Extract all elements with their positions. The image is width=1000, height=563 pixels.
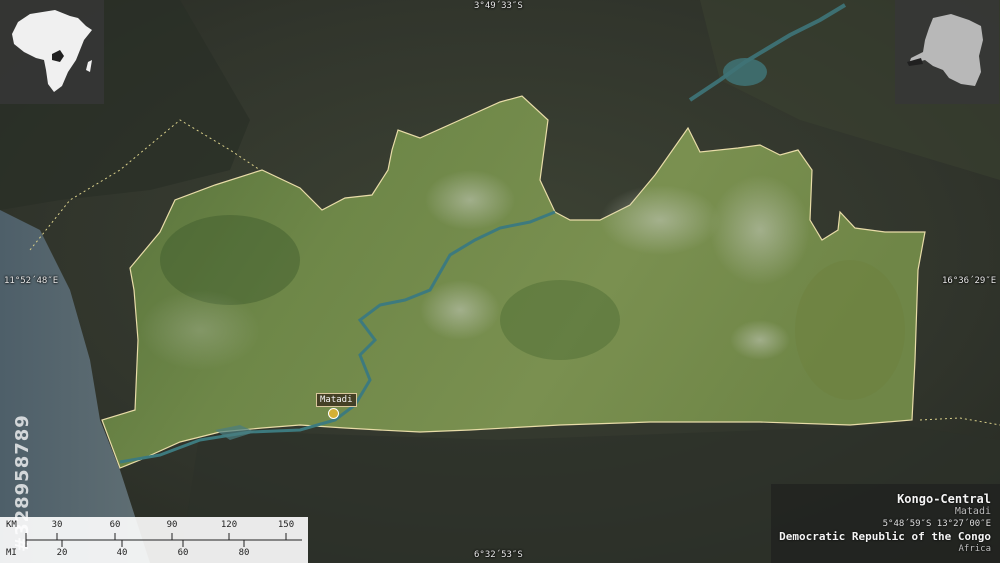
km-unit: KM bbox=[6, 520, 17, 530]
forest-patch bbox=[160, 215, 300, 305]
mi-tick-label: 20 bbox=[56, 548, 68, 558]
drc-shape-icon bbox=[909, 14, 983, 86]
mi-tick-label: 40 bbox=[116, 548, 128, 558]
cloud bbox=[600, 185, 720, 255]
inset-drc bbox=[895, 0, 999, 104]
km-tick-label: 120 bbox=[220, 520, 238, 530]
cloud bbox=[425, 170, 515, 230]
mi-tick-label: 80 bbox=[238, 548, 250, 558]
km-tick-label: 150 bbox=[277, 520, 295, 530]
africa-shape-icon bbox=[12, 10, 92, 92]
region-name: Kongo-Central bbox=[897, 492, 991, 506]
forest-patch bbox=[500, 280, 620, 360]
coord-right: 16°36´29″E bbox=[942, 276, 997, 286]
info-panel: Kongo-Central Matadi 5°48´59″S 13°27´00″… bbox=[771, 484, 1000, 563]
country-name: Democratic Republic of the Congo bbox=[779, 530, 991, 543]
km-tick-label: 30 bbox=[51, 520, 63, 530]
cloud bbox=[140, 290, 260, 370]
capital-coordinates: 5°48´59″S 13°27´00″E bbox=[882, 519, 991, 529]
capital-name: Matadi bbox=[954, 506, 991, 517]
continent-name: Africa bbox=[958, 544, 991, 554]
coord-bottom: 6°32´53″S bbox=[474, 550, 523, 560]
cloud bbox=[710, 175, 810, 285]
city-marker-icon[interactable] bbox=[328, 408, 339, 419]
coord-top: 3°49´33″S bbox=[474, 1, 523, 11]
scale-bar: KM MI 30 60 90 120 150 20 40 60 80 bbox=[0, 517, 308, 563]
mi-unit: MI bbox=[6, 548, 17, 558]
cloud bbox=[730, 320, 790, 360]
km-tick-label: 60 bbox=[109, 520, 121, 530]
satellite-map[interactable] bbox=[0, 0, 1000, 563]
savanna-patch bbox=[795, 260, 905, 400]
inset-africa bbox=[0, 0, 104, 104]
city-label: Matadi bbox=[316, 393, 357, 407]
coord-left: 11°52´48″E bbox=[4, 276, 59, 286]
mi-tick-label: 60 bbox=[177, 548, 189, 558]
madagascar-icon bbox=[86, 60, 92, 72]
km-tick-label: 90 bbox=[166, 520, 178, 530]
pool-malebo bbox=[723, 58, 767, 86]
